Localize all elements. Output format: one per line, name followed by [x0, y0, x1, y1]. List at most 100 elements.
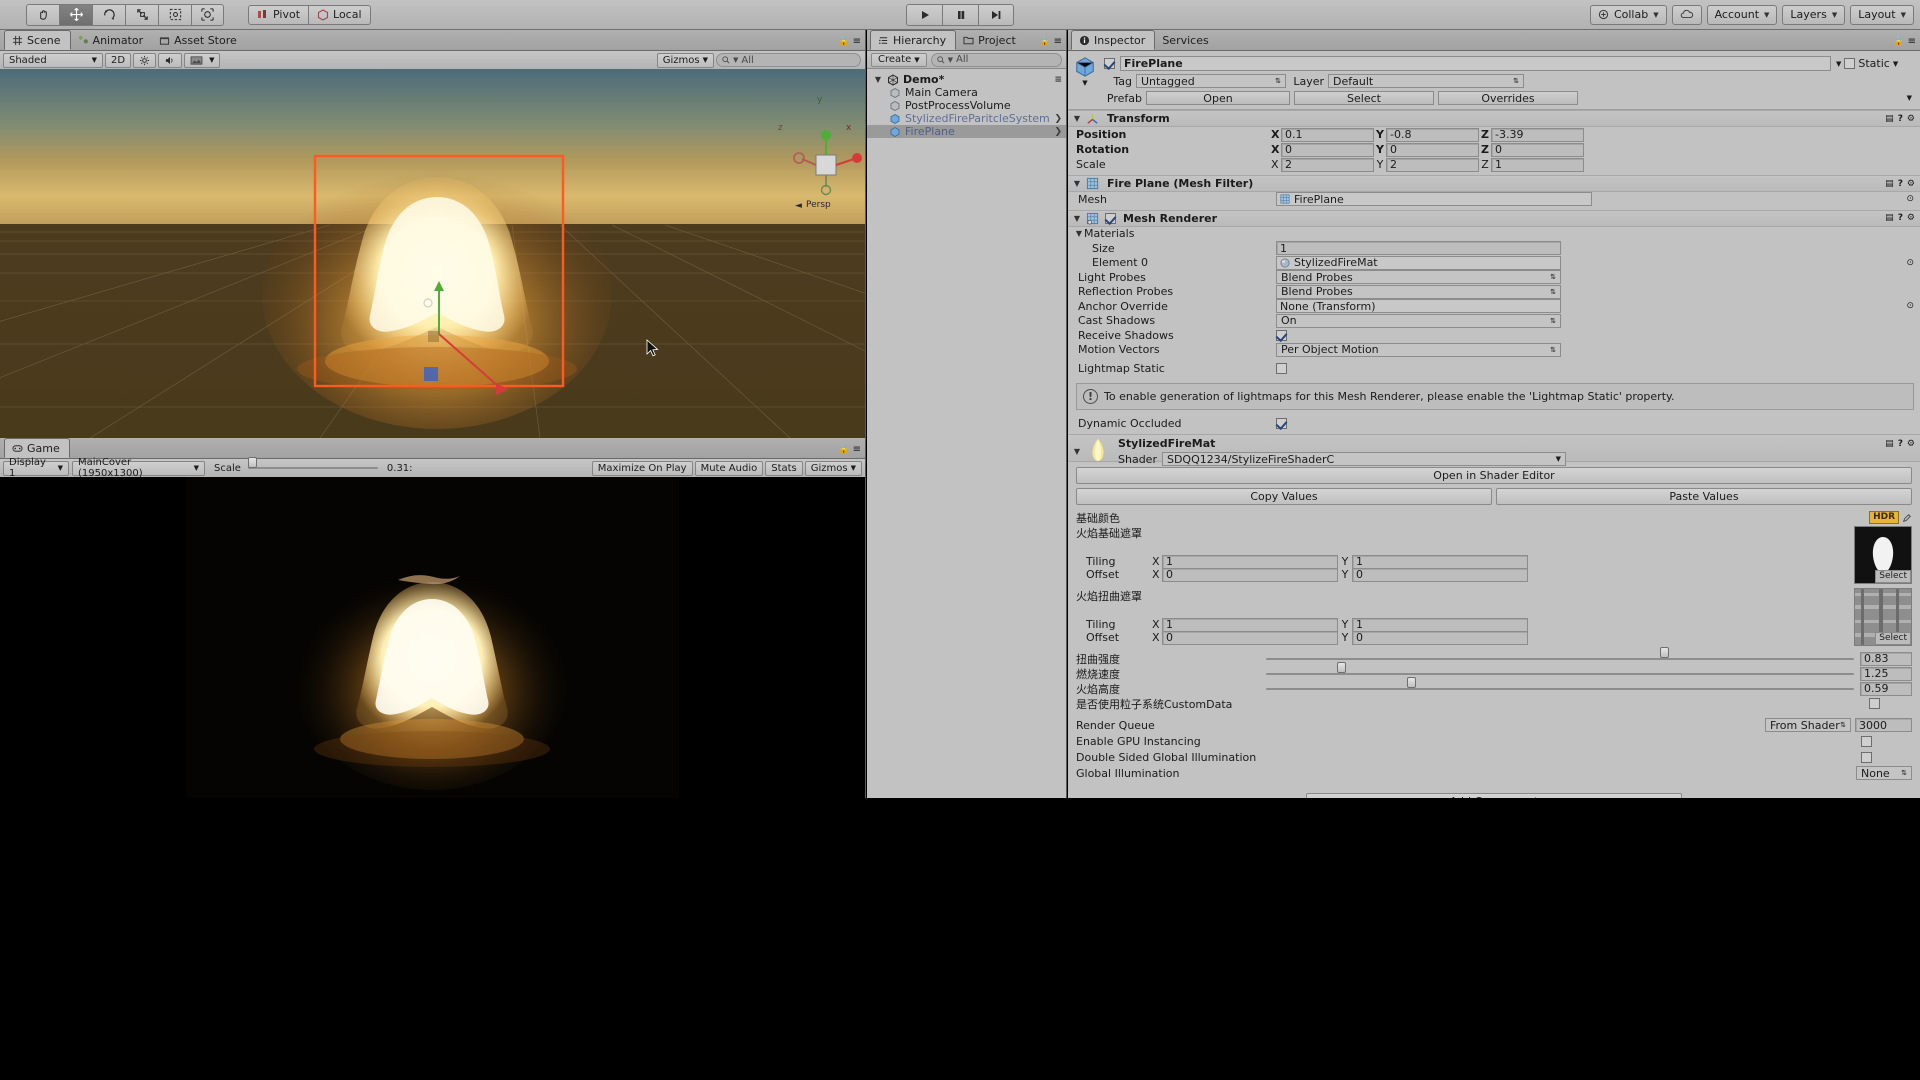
material-preset-icon[interactable]: ▤ [1885, 439, 1894, 449]
position-x-input[interactable]: 0.1 [1281, 127, 1374, 142]
gpu-instancing-checkbox[interactable] [1861, 735, 1872, 747]
toggle-2d-button[interactable]: 2D [105, 52, 132, 68]
render-queue-input[interactable]: 3000 [1855, 718, 1912, 732]
hierarchy-lock-icon[interactable]: 🔒 [1039, 37, 1050, 47]
distort-strength-slider[interactable] [1266, 647, 1854, 665]
transform-tool-button[interactable] [191, 3, 224, 26]
tab-hierarchy[interactable]: Hierarchy [870, 30, 957, 50]
scene-lock-icon[interactable]: 🔒 [838, 37, 849, 47]
element0-object-field[interactable]: StylizedFireMat [1276, 255, 1561, 270]
material-settings-icon[interactable]: ⚙ [1907, 439, 1915, 449]
scale-y-input[interactable]: 2 [1386, 157, 1479, 172]
burn-speed-input[interactable]: 1.25 [1860, 666, 1912, 681]
mesh-filter-preset-icon[interactable]: ▤ [1885, 179, 1894, 189]
scene-lighting-button[interactable] [133, 52, 157, 68]
shading-mode-dropdown[interactable]: Shaded ▼ [3, 52, 103, 68]
base-mask-select-button[interactable]: Select [1875, 570, 1911, 583]
chevron-down-icon[interactable]: ▼ [873, 75, 883, 84]
tex2-offset-y-input[interactable]: 0 [1352, 630, 1528, 645]
inspector-lock-icon[interactable]: 🔒 [1893, 37, 1904, 47]
mesh-object-field[interactable]: FirePlane [1276, 192, 1592, 207]
prefab-overrides-dropdown[interactable]: Overrides [1438, 91, 1578, 105]
scene-audio-button[interactable] [158, 52, 183, 68]
inspector-menu-icon[interactable]: ≡ [1908, 36, 1916, 47]
hierarchy-item-main-camera[interactable]: Main Camera [867, 86, 1066, 99]
tab-animator[interactable]: Animator [71, 30, 153, 50]
material-component-header[interactable]: ▼ StylizedFireMat Shader SDQQ1234/Styliz… [1068, 434, 1920, 466]
dynamic-occluded-checkbox[interactable] [1276, 417, 1287, 429]
stats-button[interactable]: Stats [765, 460, 803, 476]
hand-tool-button[interactable] [26, 3, 59, 26]
light-probes-dropdown[interactable]: Blend Probes ⇅ [1276, 270, 1561, 285]
object-name-input[interactable]: FirePlane [1120, 56, 1831, 71]
hierarchy-item-postprocessvolume[interactable]: PostProcessVolume [867, 99, 1066, 112]
chevron-down-icon[interactable]: ▼ [1082, 79, 1087, 87]
chevron-down-icon[interactable]: ▼ [1893, 60, 1898, 68]
chevron-down-icon[interactable]: ▼ [1072, 179, 1082, 188]
game-viewport[interactable] [0, 477, 865, 798]
hierarchy-menu-icon[interactable]: ≡ [1054, 36, 1062, 47]
pivot-button[interactable]: Pivot [248, 4, 310, 25]
materials-foldout-row[interactable]: ▼ Materials [1068, 227, 1920, 242]
lightmap-static-checkbox[interactable] [1276, 362, 1287, 374]
distort-mask-select-button[interactable]: Select [1875, 632, 1911, 645]
materials-size-input[interactable]: 1 [1276, 241, 1561, 256]
prefab-select-button[interactable]: Select [1294, 91, 1434, 105]
flame-height-input[interactable]: 0.59 [1860, 681, 1912, 696]
position-z-input[interactable]: -3.39 [1491, 127, 1584, 142]
scene-viewport[interactable]: ◄ Persp y x z [0, 69, 865, 438]
receive-shadows-checkbox[interactable] [1276, 329, 1287, 341]
tex1-offset-y-input[interactable]: 0 [1352, 567, 1528, 582]
mesh-renderer-preset-icon[interactable]: ▤ [1885, 213, 1894, 223]
transform-preset-icon[interactable]: ▤ [1885, 114, 1894, 124]
game-gizmos-dropdown[interactable]: Gizmos ▼ [804, 460, 862, 476]
mesh-filter-component-header[interactable]: ▼ Fire Plane (Mesh Filter) ▤ ? ⚙ [1068, 175, 1920, 192]
tab-scene[interactable]: Scene [4, 30, 71, 50]
layers-button[interactable]: Layers ▼ [1782, 4, 1846, 25]
local-button[interactable]: Local [309, 4, 371, 25]
eyedropper-icon[interactable] [1902, 513, 1912, 523]
gizmos-dropdown[interactable]: Gizmos ▼ [656, 52, 714, 68]
anchor-picker-icon[interactable]: ⊙ [1906, 301, 1914, 311]
game-menu-icon[interactable]: ≡ [853, 444, 861, 455]
display-dropdown[interactable]: Display 1 ▼ [3, 457, 69, 479]
motion-vectors-dropdown[interactable]: Per Object Motion ⇅ [1276, 342, 1561, 357]
pause-button[interactable] [942, 3, 978, 26]
account-button[interactable]: Account ▼ [1706, 4, 1778, 25]
rect-tool-button[interactable] [158, 3, 191, 26]
chevron-down-icon[interactable]: ▼ [1074, 229, 1084, 238]
hierarchy-item-fireplane[interactable]: FirePlane ❯ [867, 125, 1066, 138]
hierarchy-search-input[interactable]: ▼ All [930, 52, 1062, 67]
tex1-tiling-y-input[interactable]: 1 [1352, 554, 1528, 569]
chevron-down-icon[interactable]: ▼ [1072, 214, 1082, 223]
scene-context-menu-icon[interactable]: ≡ [1054, 75, 1062, 85]
distort-mask-texture-slot[interactable]: Select [1854, 588, 1912, 646]
transform-component-header[interactable]: ▼ Transform ▤ ? ⚙ [1068, 110, 1920, 127]
tag-dropdown[interactable]: Untagged ⇅ [1136, 74, 1286, 88]
base-mask-texture-slot[interactable]: Select [1854, 526, 1912, 584]
anchor-override-object-field[interactable]: None (Transform) [1276, 299, 1561, 314]
paste-values-button[interactable]: Paste Values [1496, 488, 1912, 505]
create-button[interactable]: Create ▼ [871, 52, 927, 67]
tex2-tiling-x-input[interactable]: 1 [1162, 617, 1338, 632]
cast-shadows-dropdown[interactable]: On ⇅ [1276, 313, 1561, 328]
tab-services[interactable]: Services [1155, 30, 1217, 50]
custom-data-checkbox[interactable] [1869, 698, 1880, 709]
open-shader-editor-button[interactable]: Open in Shader Editor [1076, 467, 1912, 484]
rotation-y-input[interactable]: 0 [1386, 142, 1479, 157]
scale-x-input[interactable]: 2 [1281, 157, 1374, 172]
mesh-filter-help-icon[interactable]: ? [1898, 179, 1903, 189]
material-help-icon[interactable]: ? [1898, 439, 1903, 449]
scale-tool-button[interactable] [125, 3, 158, 26]
tex1-offset-x-input[interactable]: 0 [1162, 567, 1338, 582]
chevron-down-icon[interactable]: ▼ [1072, 114, 1082, 123]
maximize-on-play-button[interactable]: Maximize On Play [591, 460, 693, 476]
mesh-renderer-component-header[interactable]: ▼ Mesh Renderer ▤ ? ⚙ [1068, 209, 1920, 227]
tab-asset-store[interactable]: Asset Store [152, 30, 246, 50]
game-lock-icon[interactable]: 🔒 [838, 445, 849, 455]
tex1-tiling-x-input[interactable]: 1 [1162, 554, 1338, 569]
hierarchy-item-stylizedfireparitclesystem[interactable]: StylizedFireParitcleSystem ❯ [867, 112, 1066, 125]
rotate-tool-button[interactable] [92, 3, 125, 26]
copy-values-button[interactable]: Copy Values [1076, 488, 1492, 505]
global-illumination-dropdown[interactable]: None ⇅ [1856, 766, 1912, 780]
